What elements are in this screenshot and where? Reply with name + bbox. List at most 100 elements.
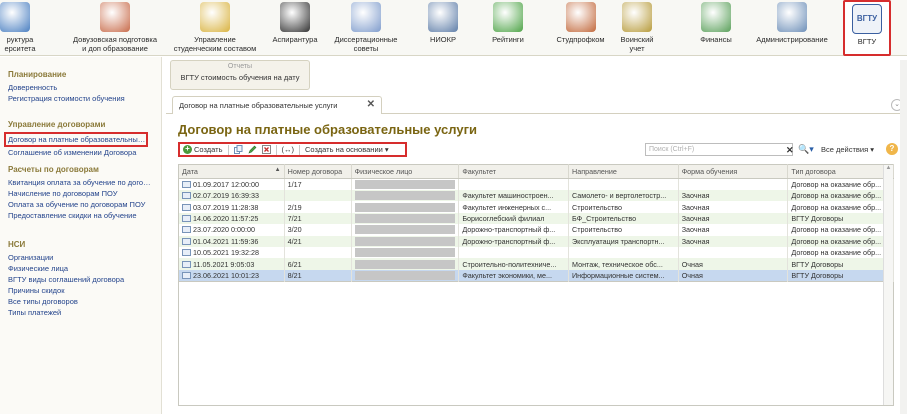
toolbar-item-3[interactable]: Аспирантура	[265, 0, 325, 56]
toolbar-label: НИОКР	[429, 35, 456, 44]
all-actions-button[interactable]: Все действия ▾	[821, 145, 874, 154]
close-tab-icon[interactable]: ✕	[367, 99, 375, 110]
table-row[interactable]: 23.06.2021 10:01:23 8/21 Факультет экономи…	[178, 269, 894, 282]
toolbar-label: Финансы	[700, 35, 732, 44]
table-cell-faculty: Дорожно-транспортный ф...	[458, 224, 569, 236]
table-cell-date: 01.04.2021 11:59:36	[178, 235, 285, 247]
table-cell-direction: Самолето- и вертолетостр...	[568, 190, 679, 202]
sidebar-group-title: Управление договорами	[8, 120, 106, 129]
search-icon[interactable]: 🔍▾	[798, 144, 814, 155]
table-cell-num: 4/21	[284, 235, 352, 247]
document-icon	[182, 271, 191, 279]
plus-icon: +	[183, 145, 192, 154]
sidebar-item[interactable]: Соглашение об изменении Договора	[8, 147, 154, 158]
sidebar-item[interactable]: Все типы договоров	[8, 296, 154, 307]
table-row[interactable]: 01.09.2017 12:00:00 1/17 Договор на оказан…	[178, 178, 894, 190]
sidebar-item[interactable]: Договор на платные образовательные услуг…	[4, 132, 148, 147]
table-row[interactable]: 02.07.2019 16:39:33 Факультет машинострое…	[178, 190, 894, 202]
scroll-up-icon[interactable]: ▲	[884, 165, 893, 171]
tab-label: Договор на платные образовательные услуг…	[179, 101, 338, 110]
reports-panel: Отчеты ВГТУ стоимость обучения на дату	[170, 60, 310, 90]
table-cell-form: Заочная	[678, 224, 789, 236]
report-link-cost-on-date[interactable]: ВГТУ стоимость обучения на дату	[171, 73, 309, 82]
table-cell-person	[351, 235, 460, 247]
toolbar-item-9[interactable]: Финансы	[686, 0, 746, 56]
toolbar-item-5[interactable]: НИОКР	[418, 0, 468, 56]
table-scrollbar[interactable]: ▲	[883, 165, 893, 405]
table-row[interactable]: 14.06.2020 11:57:25 7/21 Борисоглебский фи…	[178, 212, 894, 225]
table-cell-faculty: Факультет экономики, ме...	[458, 269, 569, 282]
sidebar-item[interactable]: Регистрация стоимости обучения	[8, 93, 154, 104]
toolbar-item-7[interactable]: Студпрофком	[548, 0, 613, 56]
help-icon[interactable]: ?	[886, 143, 898, 155]
create-label: Создать	[194, 145, 223, 154]
toolbar-label: Управление студенческим составом	[173, 35, 257, 53]
sidebar-item[interactable]: Доверенность	[8, 82, 154, 93]
sidebar-item[interactable]: Организации	[8, 252, 154, 263]
copy-icon[interactable]	[233, 145, 243, 154]
toolbar-item-10[interactable]: Администрирование	[748, 0, 836, 56]
sidebar-item[interactable]: Причины скидок	[8, 285, 154, 296]
page-scrollbar[interactable]	[900, 60, 907, 414]
toolbar-item-4[interactable]: Диссертационные советы	[330, 0, 402, 56]
separator	[275, 144, 277, 155]
table-cell-num	[284, 190, 352, 202]
table-row[interactable]: 23.07.2020 0:00:00 3/20 Дорожно-транспортн…	[178, 224, 894, 236]
column-header[interactable]: Физическое лицо	[351, 164, 460, 179]
column-header[interactable]: Форма обучения	[678, 164, 789, 179]
column-header[interactable]: Номер договора	[284, 164, 352, 179]
column-header[interactable]: Направление	[568, 164, 679, 179]
create-button[interactable]: + Создать	[183, 145, 223, 154]
document-icon	[182, 237, 191, 245]
delete-mark-icon[interactable]	[261, 145, 271, 154]
table-cell-form: Заочная	[678, 212, 789, 225]
sidebar-item[interactable]: Квитанция оплата за обучение по договору	[8, 177, 154, 188]
table-row[interactable]: 03.07.2019 11:28:38 2/19 Факультет инженер…	[178, 201, 894, 213]
vgtu-logo-icon: ВГТУ	[852, 4, 882, 34]
document-icon	[351, 2, 381, 32]
redacted-name	[354, 248, 456, 258]
toolbar-item-0[interactable]: руктура ерситета	[0, 0, 40, 56]
table-cell-direction	[568, 178, 679, 190]
redacted-name	[354, 270, 456, 280]
sidebar-item[interactable]: Типы платежей	[8, 307, 154, 318]
table-cell-person	[351, 212, 460, 225]
column-header[interactable]: Факультет	[458, 164, 569, 179]
document-icon	[182, 181, 191, 188]
toolbar-item-11[interactable]: ВГТУ ВГТУ	[843, 0, 891, 56]
document-icon	[182, 260, 191, 268]
column-header[interactable]: Дата ▲	[178, 164, 285, 179]
sidebar-item[interactable]: Оплата за обучение по договорам ПОУ	[8, 199, 154, 210]
table-cell-direction: Информационные систем...	[568, 269, 679, 282]
toolbar-item-2[interactable]: Управление студенческим составом	[165, 0, 265, 56]
table-row[interactable]: 11.05.2021 9:05:03 6/21 Строительно-полите…	[178, 258, 894, 270]
redacted-name	[354, 236, 456, 246]
sidebar-item[interactable]: Физические лица	[8, 263, 154, 274]
table-cell-direction: Строительство	[568, 201, 679, 213]
table-cell-form	[678, 246, 789, 259]
toolbar-item-1[interactable]: Довузовская подготовка и доп образование	[55, 0, 175, 56]
document-icon	[182, 249, 191, 257]
redacted-name	[354, 180, 456, 189]
table-cell-person	[351, 246, 460, 259]
structure-icon	[0, 2, 30, 32]
search-input[interactable]: Поиск (Ctrl+F)	[645, 143, 793, 156]
table-row[interactable]: 10.05.2021 19:32:28 Договор на оказание о…	[178, 246, 894, 259]
link-icon[interactable]: (↔)	[282, 145, 295, 154]
search-clear-icon[interactable]: ✕	[786, 145, 794, 156]
sidebar-item[interactable]: Предоставление скидки на обучение	[8, 210, 154, 221]
table-row[interactable]: 01.04.2021 11:59:36 4/21 Дорожно-транспорт…	[178, 235, 894, 247]
sidebar-item[interactable]: ВГТУ виды соглашений договора	[8, 274, 154, 285]
edit-pencil-icon[interactable]	[247, 145, 257, 154]
tab-strip: Договор на платные образовательные услуг…	[166, 96, 907, 114]
create-based-on-button[interactable]: Создать на основании ▾	[305, 145, 389, 154]
toolbar-item-8[interactable]: Воинский учет	[612, 0, 662, 56]
toolbar-item-6[interactable]: Рейтинги	[478, 0, 538, 56]
sidebar-item[interactable]: Начисление по договорам ПОУ	[8, 188, 154, 199]
redacted-name	[354, 225, 456, 235]
shield-icon	[622, 2, 652, 32]
table-cell-faculty: Строительно-политехниче...	[458, 258, 569, 270]
tab-contracts[interactable]: Договор на платные образовательные услуг…	[172, 96, 382, 114]
microscope-icon	[428, 2, 458, 32]
column-header[interactable]: Тип договора	[787, 164, 894, 179]
